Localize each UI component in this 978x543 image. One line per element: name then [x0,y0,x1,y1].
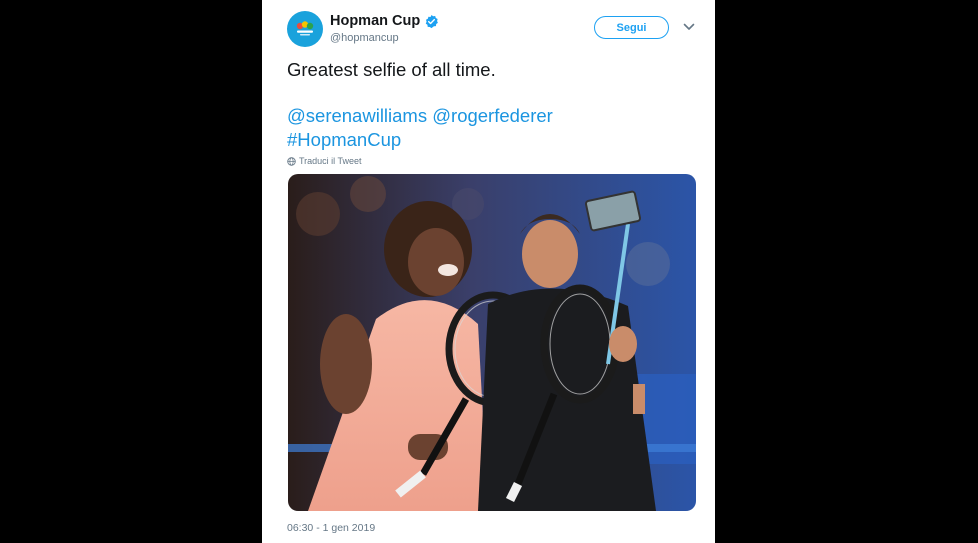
translate-tweet-link[interactable]: Traduci il Tweet [287,156,362,166]
tweet-card: Hopman Cup @hopmancup Segui Greatest sel… [262,0,715,543]
user-handle[interactable]: @hopmancup [330,32,399,44]
selfie-photo-image [288,174,696,511]
display-name-text[interactable]: Hopman Cup [330,13,420,29]
chevron-down-icon [683,23,695,30]
mention-link-rogerfederer[interactable]: @rogerfederer [432,105,553,126]
follow-button[interactable]: Segui [594,16,669,39]
hopman-cup-logo-icon [296,21,314,36]
more-options-button[interactable] [682,20,696,34]
globe-icon [287,156,296,166]
tweet-photo[interactable] [288,174,696,511]
avatar[interactable] [287,11,323,47]
tweet-timestamp[interactable]: 06:30 - 1 gen 2019 [287,522,375,534]
mention-link-serenawilliams[interactable]: @serenawilliams [287,105,427,126]
tweet-text: Greatest selfie of all time. @serenawill… [287,58,697,152]
verified-badge-icon [425,14,439,28]
tweet-text-line: Greatest selfie of all time. [287,59,496,80]
translate-label[interactable]: Traduci il Tweet [299,156,362,166]
hashtag-link[interactable]: #HopmanCup [287,128,697,152]
display-name[interactable]: Hopman Cup [330,13,439,29]
